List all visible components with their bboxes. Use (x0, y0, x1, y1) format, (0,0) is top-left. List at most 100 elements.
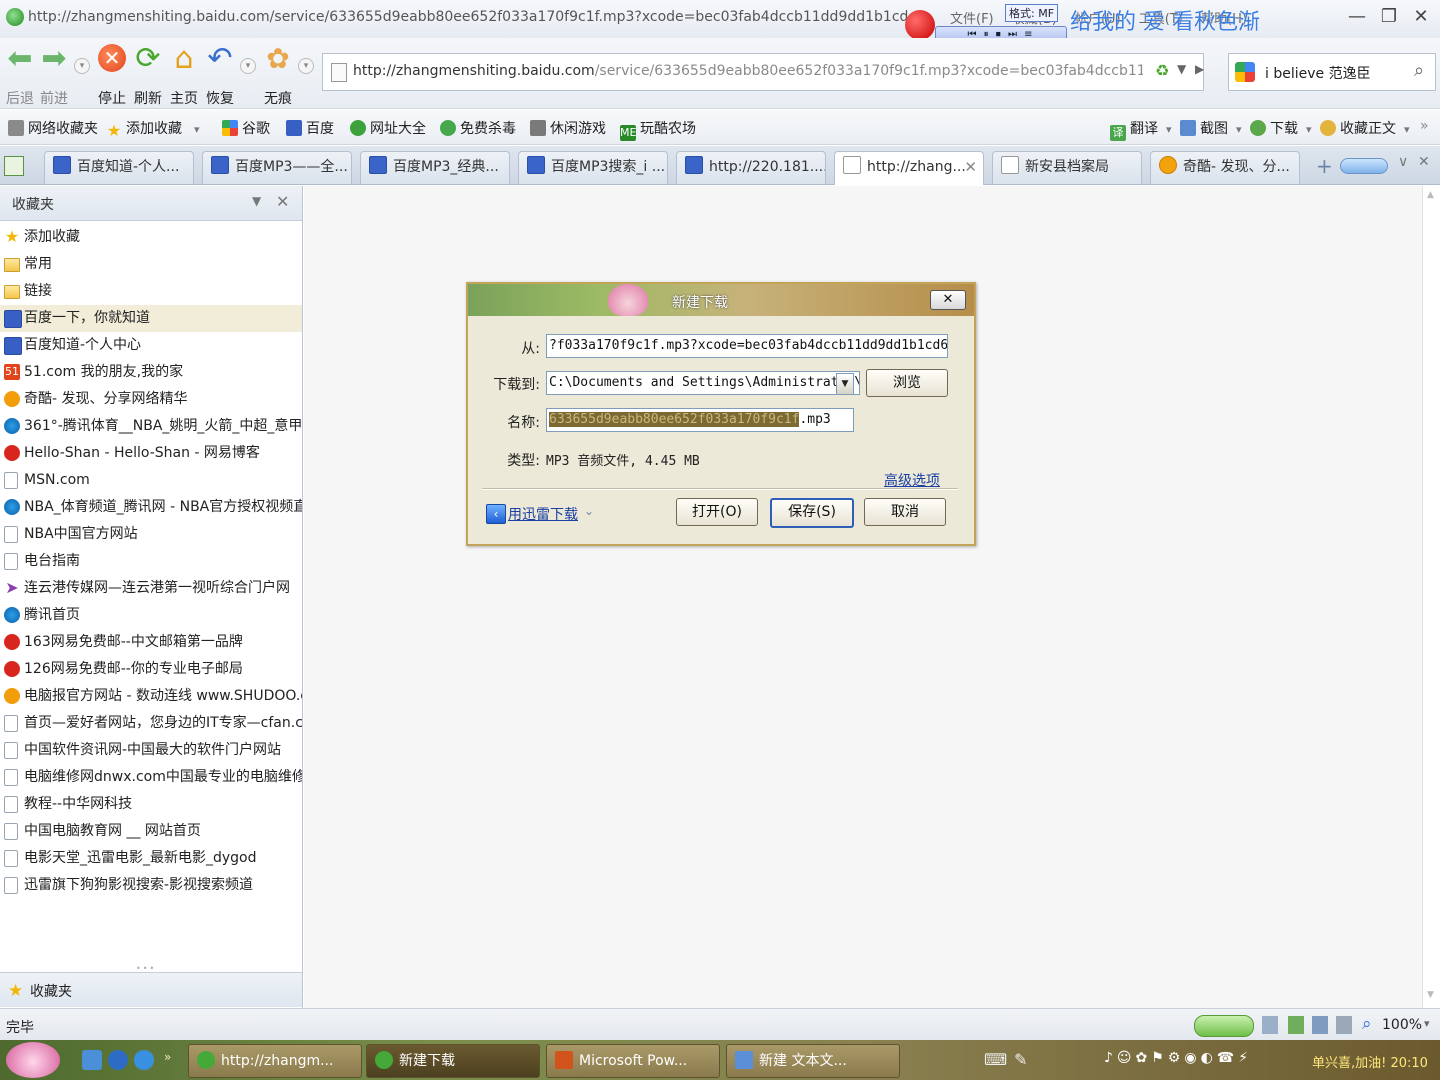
restore-button[interactable]: ↶ 恢复 (202, 44, 238, 108)
player-format-label[interactable]: 格式: MF (1005, 4, 1059, 22)
sidebar-item-cfan[interactable]: 首页—爱好者网站，您身边的IT专家—cfan.com (0, 710, 302, 737)
chevron-down-icon[interactable]: ▾ (1166, 123, 1172, 136)
close-window-button[interactable]: ✕ (1408, 6, 1434, 28)
sidebar-item-baidu-zhidao[interactable]: 百度知道-个人中心 (0, 332, 302, 359)
chevron-down-icon[interactable]: ▾ (1306, 123, 1312, 136)
sidebar-item-folder-common[interactable]: 常用 (0, 251, 302, 278)
taskbar-item-powerpoint[interactable]: Microsoft Pow... (546, 1044, 720, 1078)
search-box[interactable]: i believe 范逸臣 ⌕ (1228, 53, 1436, 91)
sidebar-menu-icon[interactable]: ▼ (252, 194, 261, 208)
favbar-url-directory[interactable]: 网址大全 (350, 118, 426, 138)
vertical-scrollbar[interactable]: ▲ ▼ (1422, 186, 1440, 1008)
advanced-options-link[interactable]: 高级选项 (884, 470, 940, 490)
home-button[interactable]: ⌂ 主页 (166, 44, 202, 108)
sidebar-close-icon[interactable]: ✕ (276, 192, 289, 211)
sidebar-item-msn[interactable]: MSN.com (0, 467, 302, 494)
favbar-free-antivirus[interactable]: 免费杀毒 (440, 118, 516, 138)
monitor-icon[interactable] (1312, 1016, 1328, 1034)
quicklaunch-overflow-icon[interactable]: » (164, 1050, 171, 1064)
address-input[interactable]: http://zhangmenshiting.baidu.com/service… (353, 63, 1143, 79)
browse-button[interactable]: 浏览 (866, 369, 948, 397)
scroll-up-icon[interactable]: ▲ (1427, 190, 1434, 200)
google-icon[interactable] (1235, 62, 1255, 82)
tab-baidu-mp3[interactable]: 百度MP3——全... (202, 151, 352, 184)
zoom-icon[interactable]: ⌕ (1362, 1014, 1372, 1034)
favbar-google[interactable]: 谷歌 (222, 118, 270, 138)
refresh-button[interactable]: ⟳ 刷新 (130, 44, 166, 108)
zoom-level[interactable]: 100% (1382, 1017, 1422, 1033)
minimize-button[interactable]: — (1344, 6, 1370, 28)
start-button[interactable] (6, 1042, 60, 1078)
tab-qiku[interactable]: 奇酷- 发现、分... (1150, 151, 1300, 184)
sidebar-item-radio-guide[interactable]: 电台指南 (0, 548, 302, 575)
sidebar-item-qiku[interactable]: 奇酷- 发现、分享网络精华 (0, 386, 302, 413)
tab-zhangmenshiting[interactable]: http://zhang... ✕ (834, 151, 984, 185)
sidebar-item-dygod[interactable]: 电影天堂_迅雷电影_最新电影_dygod (0, 845, 302, 872)
doc-icon[interactable] (1262, 1016, 1278, 1034)
player-apple-icon[interactable] (905, 10, 935, 40)
tab-close-icon[interactable]: ✕ (964, 152, 977, 182)
taskbar-item-new-download[interactable]: 新建下载 (366, 1044, 540, 1078)
taskbar-item-browser[interactable]: http://zhangm... (188, 1044, 362, 1078)
new-tab-icon[interactable]: + (1316, 154, 1333, 178)
sidebar-item-netease-blog[interactable]: Hello-Shan - Hello-Shan - 网易博客 (0, 440, 302, 467)
recycle-icon[interactable]: ♻ (1155, 62, 1173, 80)
stop-button[interactable]: ✕ 停止 (94, 44, 130, 108)
sidebar-footer[interactable]: ★ 收藏夹 (0, 972, 302, 1007)
sidebar-item-163-mail[interactable]: 163网易免费邮--中文邮箱第一品牌 (0, 629, 302, 656)
zoom-dropdown-icon[interactable]: ▾ (1424, 1017, 1430, 1030)
favbar-casual-games[interactable]: 休闲游戏 (530, 118, 606, 138)
favbar-add-favorite[interactable]: ★ 添加收藏 ▾ (106, 118, 200, 139)
back-button[interactable]: ⬅ 后退 (2, 44, 38, 108)
maximize-button[interactable]: ❐ (1376, 6, 1402, 28)
sidebar-item-folder-links[interactable]: 链接 (0, 278, 302, 305)
incognito-button[interactable]: ✿ 无痕 (260, 44, 296, 108)
quicklaunch-desktop-icon[interactable] (82, 1050, 102, 1070)
save-to-path-field[interactable]: C:\Documents and Settings\Administrator\… (546, 371, 860, 395)
tray-clock-text[interactable]: 单兴喜,加油! 20:10 (1312, 1052, 1428, 1071)
sidebar-title[interactable]: 收藏夹 (12, 194, 54, 214)
favbar-overflow-icon[interactable]: » (1420, 118, 1429, 134)
speaker-icon[interactable] (1336, 1016, 1352, 1034)
sidebar-item-add-favorite[interactable]: ★ 添加收藏 (0, 224, 302, 251)
quicklaunch-ie-icon[interactable] (134, 1050, 154, 1070)
favbar-download[interactable]: 下载 ▾ (1250, 118, 1312, 138)
sidebar-toggle-icon[interactable] (4, 156, 24, 176)
status-toggle-switch[interactable] (1194, 1015, 1254, 1037)
chevron-down-icon[interactable]: ▾ (1404, 123, 1410, 136)
scroll-down-icon[interactable]: ▼ (1427, 990, 1434, 1000)
sidebar-item-51com[interactable]: 51 51.com 我的朋友,我的家 (0, 359, 302, 386)
forward-button[interactable]: ➡ 前进 (36, 44, 72, 108)
tab-scroll-slider[interactable] (1340, 158, 1388, 174)
history-dropdown-icon[interactable]: ▾ (74, 58, 90, 74)
sidebar-item-software-news[interactable]: 中国软件资讯网-中国最大的软件门户网站 (0, 737, 302, 764)
sidebar-item-gougou[interactable]: 迅雷旗下狗狗影视搜索-影视搜索频道 (0, 872, 302, 899)
chevron-down-icon[interactable]: ⌄ (584, 504, 594, 518)
save-button[interactable]: 保存(S) (770, 498, 854, 528)
favbar-cool-farm[interactable]: ME 玩酷农场 (620, 118, 696, 141)
keyboard-icon[interactable]: ⌨ (984, 1050, 1007, 1069)
favbar-translate[interactable]: 译翻译 ▾ (1110, 118, 1172, 141)
thunder-icon[interactable]: ‹ (486, 504, 506, 524)
sidebar-item-qq-nba[interactable]: NBA_体育频道_腾讯网 - NBA官方授权视频直播 (0, 494, 302, 521)
sidebar-item-shudoo[interactable]: 电脑报官方网站 - 数动连线 www.SHUDOO.com (0, 683, 302, 710)
sidebar-item-nba-china[interactable]: NBA中国官方网站 (0, 521, 302, 548)
sidebar-item-lyg-media[interactable]: ➤ 连云港传媒网—连云港第一视听综合门户网 (0, 575, 302, 602)
search-input[interactable]: i believe 范逸臣 (1265, 63, 1371, 83)
favbar-collect-text[interactable]: 收藏正文 ▾ (1320, 118, 1410, 138)
favbar-net-favorites[interactable]: 网络收藏夹 (8, 118, 98, 138)
security-icon[interactable] (1288, 1016, 1304, 1034)
sidebar-item-qq-home[interactable]: 腾讯首页 (0, 602, 302, 629)
sidebar-item-dnwx[interactable]: 电脑维修网dnwx.com中国最专业的电脑维修网 (0, 764, 302, 791)
save-to-dropdown-icon[interactable]: ▼ (836, 373, 854, 395)
open-button[interactable]: 打开(O) (676, 498, 758, 526)
dialog-titlebar[interactable]: 新建下载 ✕ (468, 284, 974, 316)
close-tabs-icon[interactable]: ✕ (1418, 154, 1430, 170)
tab-list-chevron-icon[interactable]: ∨ (1398, 154, 1408, 170)
sidebar-item-pc-education[interactable]: 中国电脑教育网 __ 网站首页 (0, 818, 302, 845)
favbar-baidu[interactable]: 百度 (286, 118, 334, 138)
sidebar-item-qq-sports[interactable]: 361°-腾讯体育__NBA_姚明_火箭_中超_意甲_ (0, 413, 302, 440)
pen-icon[interactable]: ✎ (1014, 1050, 1027, 1069)
chevron-down-icon[interactable]: ▾ (1236, 123, 1242, 136)
tab-baidu-mp3-search[interactable]: 百度MP3搜索_i ... (518, 151, 668, 184)
